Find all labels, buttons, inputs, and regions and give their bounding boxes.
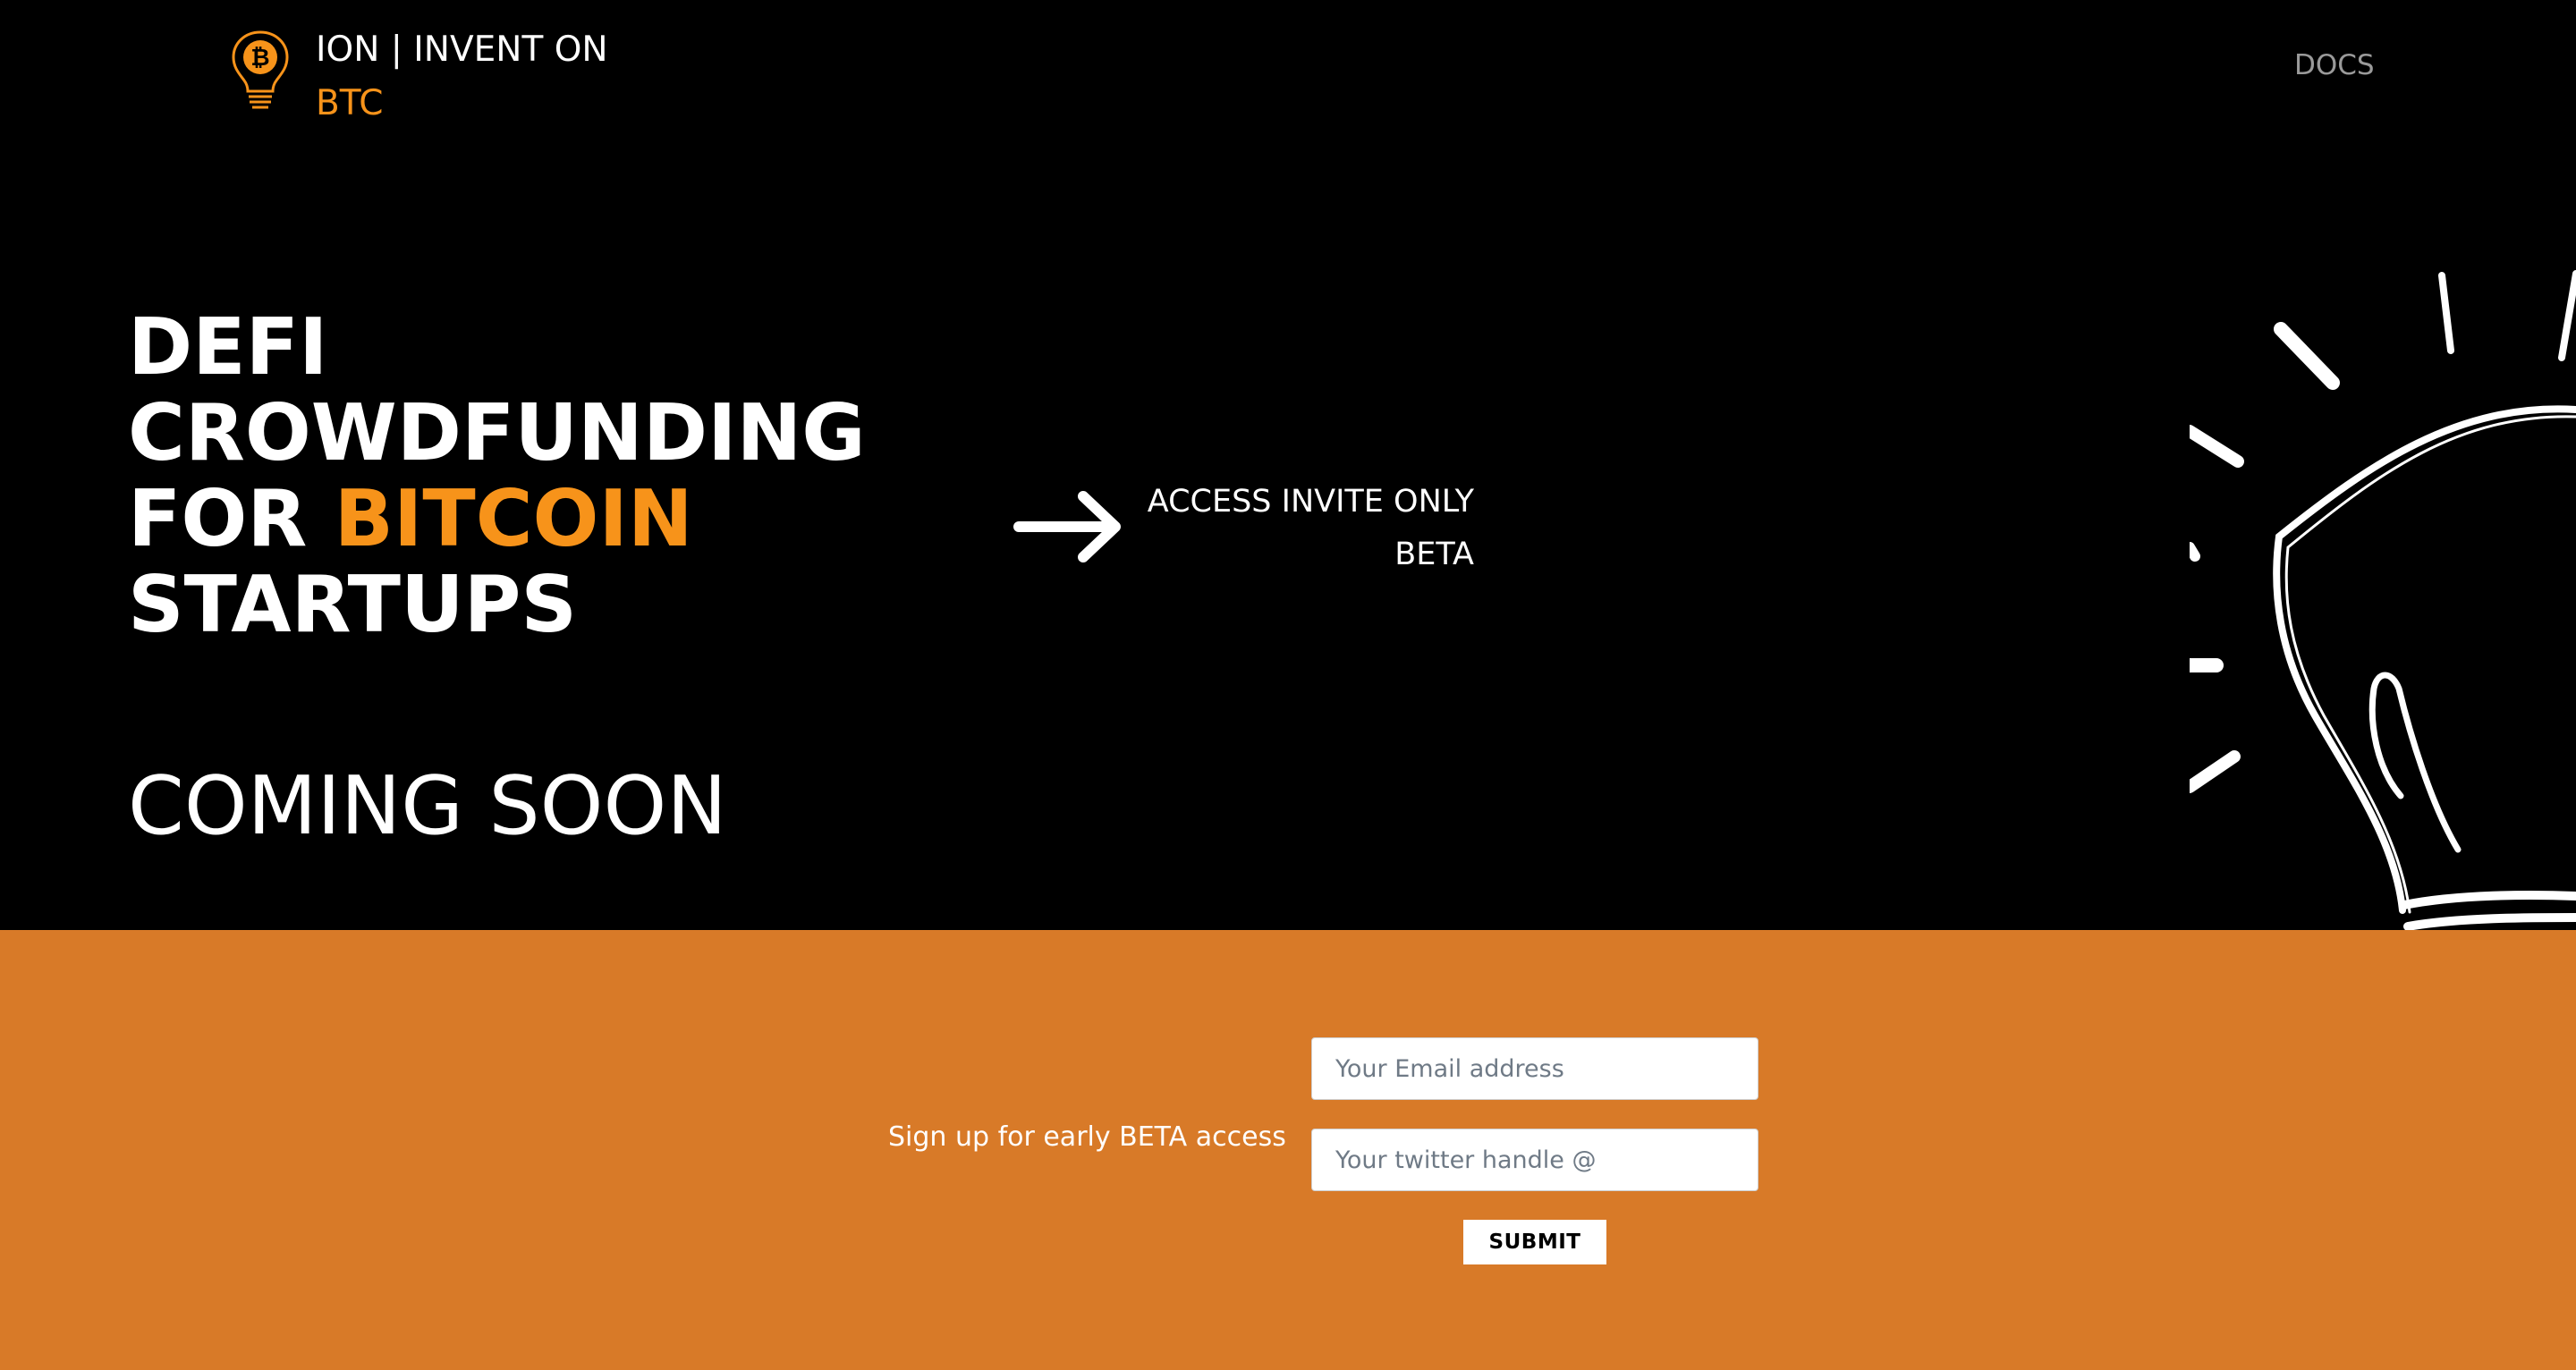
brand-name: ION | INVENT ON BTC xyxy=(316,23,608,131)
headline-line2: CROWDFUNDING xyxy=(128,387,866,478)
access-invite-link[interactable]: ACCESS INVITE ONLY BETA xyxy=(1109,476,1474,581)
access-line2: BETA xyxy=(1394,537,1474,572)
submit-button[interactable]: SUBMIT xyxy=(1463,1220,1606,1264)
signup-section xyxy=(0,930,2576,1370)
headline-line4: STARTUPS xyxy=(128,559,578,650)
lightbulb-illustration xyxy=(2190,270,2576,930)
brand-name-line1: ION | INVENT ON xyxy=(316,30,608,70)
page: ₿ ION | INVENT ON BTC DOCS DEFI CROWDFUN… xyxy=(0,0,2576,1370)
headline-line3-prefix: FOR xyxy=(128,473,335,564)
arrow-right-icon xyxy=(1013,491,1121,562)
bitcoin-lightbulb-icon: ₿ xyxy=(232,30,289,109)
hero-headline: DEFI CROWDFUNDING FOR BITCOIN STARTUPS xyxy=(128,304,866,647)
twitter-handle-input[interactable] xyxy=(1311,1129,1758,1191)
nav-docs-link[interactable]: DOCS xyxy=(2294,49,2375,81)
coming-soon-text: COMING SOON xyxy=(128,759,727,853)
svg-text:₿: ₿ xyxy=(250,45,269,72)
email-input[interactable] xyxy=(1311,1037,1758,1100)
signup-label: Sign up for early BETA access xyxy=(888,1121,1286,1153)
brand-logo[interactable]: ₿ ION | INVENT ON BTC xyxy=(228,23,608,131)
hero-section: ₿ ION | INVENT ON BTC DOCS DEFI CROWDFUN… xyxy=(0,0,2576,930)
brand-name-line2: BTC xyxy=(316,83,384,123)
headline-line1: DEFI xyxy=(128,301,328,393)
headline-accent-bitcoin: BITCOIN xyxy=(334,473,693,564)
access-line1: ACCESS INVITE ONLY xyxy=(1147,484,1474,520)
